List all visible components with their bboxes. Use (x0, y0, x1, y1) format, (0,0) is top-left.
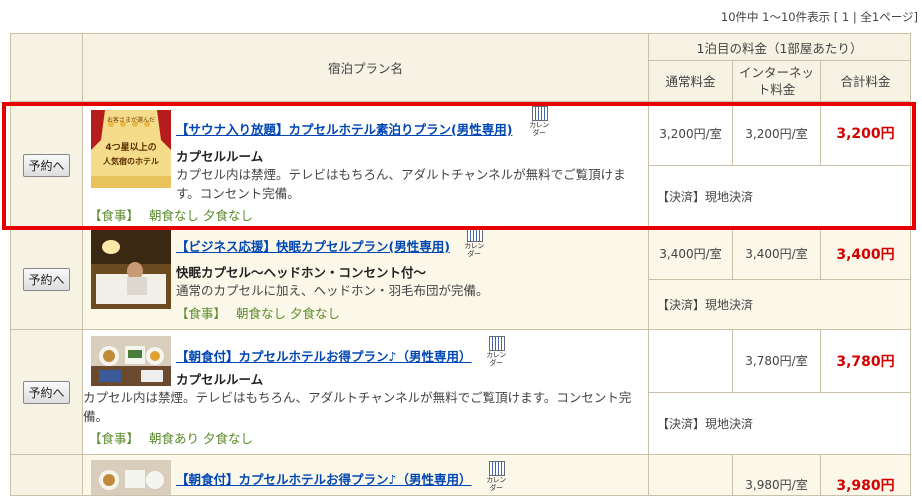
room-name: 快眠カプセル～ヘッドホン・コンセント付～ (176, 265, 427, 280)
meal-value: 朝食あり 夕食なし (149, 431, 253, 446)
reserve-button[interactable]: 予約へ (23, 380, 70, 404)
plan-description: カプセル内は禁煙。テレビはもちろん、アダルトチャンネルが無料でご覧頂けます。コン… (83, 390, 632, 424)
reserve-button[interactable]: 予約へ (23, 153, 70, 177)
plan-thumbnail[interactable]: お客さまが選んだ 4つ星以上の 人気宿のホテル (91, 110, 171, 188)
plan-thumbnail[interactable] (91, 229, 171, 309)
plan-title-link[interactable]: 【朝食付】カプセルホテルお得プラン♪（男性専用） (176, 346, 471, 365)
result-count-info: 10件中 1～10件表示 [ 1 | 全1ページ] (720, 10, 918, 24)
reserve-button[interactable]: 予約へ (23, 267, 70, 291)
plan-table: 宿泊プラン名 1泊目の料金（1部屋あたり） 通常料金 インターネット料金 合計料… (10, 33, 911, 496)
plan-cell: 【ビジネス応援】快眠カプセルプラン(男性専用) カレンダー 快眠カプセル～ヘッド… (82, 227, 649, 330)
reserve-cell: 予約へ (10, 329, 83, 455)
calendar-icon[interactable]: カレンダー (485, 336, 507, 367)
reserve-cell (10, 454, 83, 496)
total-price: 3,200円 (820, 101, 911, 166)
calendar-icon[interactable]: カレンダー (463, 227, 485, 258)
calendar-icon[interactable]: カレンダー (528, 106, 550, 137)
room-name: カプセルルーム (176, 372, 264, 387)
header-total-price: 合計料金 (820, 60, 911, 102)
plan-title-link[interactable]: 【朝食付】カプセルホテルお得プラン♪（男性専用） (176, 469, 471, 488)
meal-label: 【食事】 (89, 208, 140, 223)
payment-info: 【決済】現地決済 (648, 278, 911, 330)
payment-info: 【決済】現地決済 (648, 164, 911, 229)
meal-label: 【食事】 (176, 306, 227, 321)
regular-price (648, 329, 733, 393)
meal-value: 朝食なし 夕食なし (149, 208, 253, 223)
meal-info: 【食事】 朝食なし 夕食なし (89, 205, 253, 224)
internet-price: 3,980円/室 (732, 454, 821, 496)
calendar-icon[interactable]: カレンダー (485, 461, 507, 492)
meal-info: 【食事】 朝食なし 夕食なし (176, 303, 340, 322)
total-price: 3,400円 (820, 228, 911, 280)
plan-thumbnail[interactable] (91, 336, 171, 386)
header-reserve-col (10, 33, 83, 102)
thumb-text-bot: 人気宿のホテル (103, 156, 159, 166)
room-name: カプセルルーム (176, 149, 264, 164)
plan-cell: 【朝食付】カプセルホテルお得プラン♪（男性専用） カレンダー (82, 454, 649, 496)
header-internet-price: インターネット料金 (732, 60, 821, 102)
total-price: 3,980円 (820, 454, 911, 496)
header-rate-group: 1泊目の料金（1部屋あたり） (648, 33, 911, 61)
plan-thumbnail[interactable] (91, 460, 171, 495)
plan-title-link[interactable]: 【サウナ入り放題】カプセルホテル素泊りプラン(男性専用) (176, 119, 512, 138)
plan-description: 通常のカプセルに加え、ヘッドホン・羽毛布団が完備。 (176, 283, 489, 298)
plan-description: カプセル内は禁煙。テレビはもちろん、アダルトチャンネルが無料でご覧頂けます。コン… (176, 167, 626, 201)
regular-price: 3,200円/室 (648, 101, 733, 166)
plan-title-link[interactable]: 【ビジネス応援】快眠カプセルプラン(男性専用) (176, 236, 450, 255)
total-price: 3,780円 (820, 329, 911, 393)
reserve-cell: 予約へ (10, 101, 83, 229)
meal-label: 【食事】 (89, 431, 140, 446)
reserve-cell: 予約へ (10, 228, 83, 330)
internet-price: 3,200円/室 (732, 101, 821, 166)
internet-price: 3,400円/室 (732, 228, 821, 280)
regular-price (648, 454, 733, 496)
thumb-text-mid: 4つ星以上の (105, 141, 156, 153)
thumb-text-top: お客さまが選んだ (107, 116, 155, 124)
payment-info: 【決済】現地決済 (648, 391, 911, 455)
plan-cell: 【朝食付】カプセルホテルお得プラン♪（男性専用） カレンダー カプセルルーム カ… (82, 329, 649, 455)
header-regular-price: 通常料金 (648, 60, 733, 102)
plan-cell: お客さまが選んだ 4つ星以上の 人気宿のホテル 【サウナ入り放題】カプセルホテル… (82, 101, 649, 229)
meal-value: 朝食なし 夕食なし (236, 306, 340, 321)
regular-price: 3,400円/室 (648, 228, 733, 280)
internet-price: 3,780円/室 (732, 329, 821, 393)
meal-info: 【食事】 朝食あり 夕食なし (89, 428, 253, 447)
header-plan-name: 宿泊プラン名 (82, 33, 649, 102)
